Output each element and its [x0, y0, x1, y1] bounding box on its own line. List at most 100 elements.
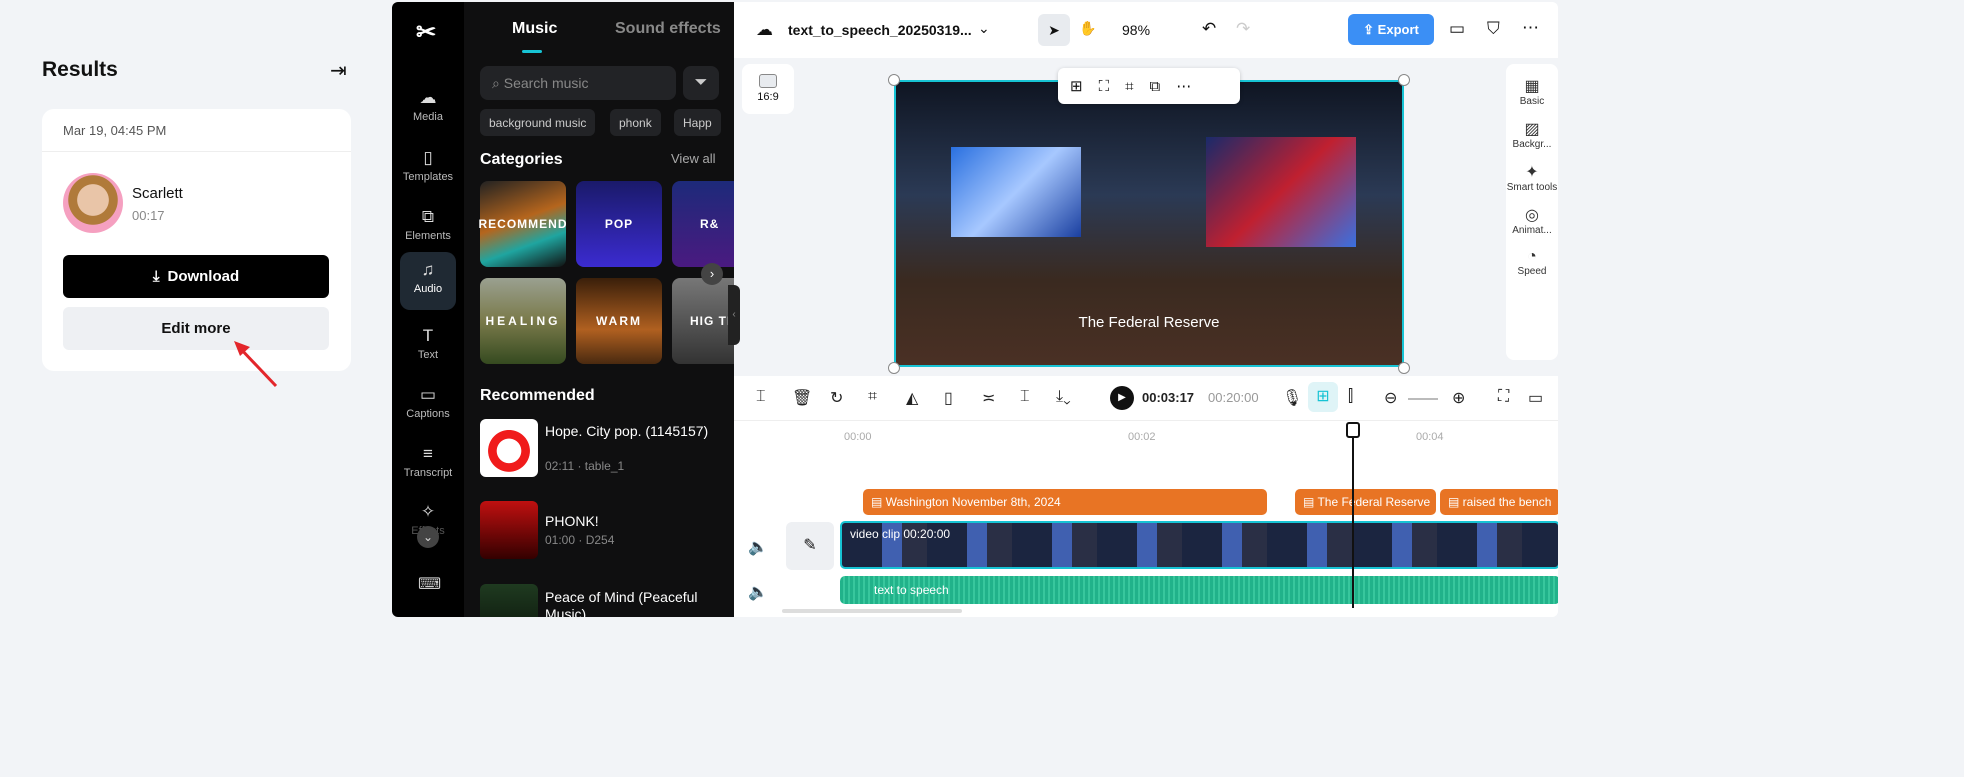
results-title: Results: [42, 58, 118, 81]
category-high-tempo[interactable]: HIG TEM: [672, 278, 734, 364]
chip-happy[interactable]: Happ: [674, 109, 721, 136]
basic-tab[interactable]: ▦ Basic: [1506, 76, 1558, 107]
playhead[interactable]: [1352, 424, 1354, 608]
auto-snap-icon[interactable]: ⊞: [1308, 382, 1338, 412]
split-view-icon[interactable]: ⫿: [1348, 388, 1353, 406]
video-clip[interactable]: video clip 00:20:00: [840, 521, 1558, 569]
export-button[interactable]: ⇪ Export: [1348, 14, 1434, 45]
video-canvas[interactable]: The Federal Reserve: [894, 80, 1404, 367]
undo-icon[interactable]: ↶: [1202, 19, 1216, 39]
category-recommend[interactable]: RECOMMEND: [479, 181, 567, 267]
focus-icon[interactable]: ⛶: [1099, 78, 1110, 95]
chevron-down-icon[interactable]: ⌄: [978, 20, 990, 37]
volume-icon[interactable]: 🔈: [748, 537, 768, 557]
timeline-toolbar: ⌶ 🗑 ↻ ⌗ ◭ ▯ ≍ ⌶ ⤓⌄ ▶ 00:03:17 00:20:00 🎙…: [734, 376, 1558, 420]
clip-label: raised the bench: [1462, 495, 1552, 509]
volume-icon[interactable]: 🔈: [748, 582, 768, 602]
category-pop[interactable]: POP: [576, 181, 662, 267]
crop-icon[interactable]: ⌗: [1125, 78, 1133, 95]
delete-icon[interactable]: 🗑: [792, 388, 812, 408]
zoom-level[interactable]: 98%: [1122, 22, 1150, 38]
download-button[interactable]: ⤓ Download: [63, 255, 329, 298]
fullscreen-icon[interactable]: ⛶: [1498, 388, 1509, 406]
nav-transcript[interactable]: ≡ Transcript: [400, 436, 456, 492]
flip-icon[interactable]: ◭: [906, 388, 918, 408]
edit-cover-icon[interactable]: ✎: [786, 522, 834, 570]
horizontal-scrollbar[interactable]: [782, 609, 962, 613]
resize-handle[interactable]: [888, 74, 900, 86]
nav-label: Elements: [405, 230, 451, 242]
shield-icon[interactable]: ⛉: [1487, 19, 1500, 39]
select-tool-icon[interactable]: ➤: [1038, 14, 1070, 46]
chevron-right-icon[interactable]: ›: [701, 263, 723, 285]
playhead-handle[interactable]: [1346, 422, 1360, 438]
top-bar: ☁ text_to_speech_20250319... ⌄ ➤ ✋ 98% ↶…: [734, 2, 1558, 58]
nav-elements[interactable]: ⧉ Elements: [400, 199, 456, 255]
more-icon[interactable]: ⋯: [1522, 18, 1539, 38]
collapse-panel-icon[interactable]: ⇥: [330, 58, 347, 83]
smart-split-icon[interactable]: ⌶: [1020, 388, 1030, 406]
chip-phonk[interactable]: phonk: [610, 109, 661, 136]
animation-tab[interactable]: ◎ Animat...: [1506, 205, 1558, 236]
category-warm[interactable]: WARM: [576, 278, 662, 364]
category-healing[interactable]: HEALING: [480, 278, 566, 364]
redo-icon[interactable]: ↷: [1236, 19, 1250, 39]
song-item[interactable]: PHONK! 01:00 · D254: [480, 501, 730, 561]
resize-handle[interactable]: [888, 362, 900, 374]
tab-music[interactable]: Music: [512, 20, 557, 38]
add-image-icon[interactable]: ⊞: [1070, 77, 1083, 95]
nav-templates[interactable]: ▯ Templates: [400, 140, 456, 196]
zoom-in-icon[interactable]: ⊕: [1452, 388, 1465, 408]
keyboard-icon[interactable]: ⌨: [418, 574, 441, 594]
nav-captions[interactable]: ▭ Captions: [400, 377, 456, 433]
hand-tool-icon[interactable]: ✋: [1079, 20, 1096, 37]
background-tab[interactable]: ▨ Backgr...: [1506, 119, 1558, 150]
play-button[interactable]: ▶: [1110, 386, 1134, 410]
view-all-link[interactable]: View all: [671, 151, 716, 166]
resize-handle[interactable]: [1398, 74, 1410, 86]
filter-icon[interactable]: ⏷: [683, 66, 719, 100]
tab-label: Basic: [1519, 96, 1545, 107]
crop-icon[interactable]: ⌗: [868, 388, 877, 406]
song-thumbnail: [480, 419, 538, 477]
song-item[interactable]: Peace of Mind (Peaceful Music): [480, 584, 730, 617]
category-rnb[interactable]: R&: [672, 181, 734, 267]
voice-name: Scarlett: [132, 185, 183, 202]
aspect-ratio-button[interactable]: 16:9: [742, 64, 794, 114]
nav-audio[interactable]: ♫ Audio: [400, 252, 456, 310]
song-item[interactable]: Hope. City pop. (1145157) 02:11 · table_1: [480, 419, 730, 479]
zoom-slider[interactable]: [1408, 398, 1438, 400]
replace-icon[interactable]: ⧉: [1150, 78, 1161, 95]
replay-icon[interactable]: ↻: [830, 388, 843, 408]
ruler-tick: 00:02: [1128, 431, 1156, 443]
text-clip[interactable]: ▤ raised the bench: [1440, 489, 1558, 515]
edit-more-button[interactable]: Edit more: [63, 307, 329, 350]
audio-clip[interactable]: text to speech: [840, 576, 1558, 604]
nav-media[interactable]: ☁ Media: [400, 80, 456, 136]
more-icon[interactable]: ⋯: [1176, 77, 1191, 95]
more-nav-chevron-icon[interactable]: ⌄: [417, 526, 439, 548]
chip-background-music[interactable]: background music: [480, 109, 596, 136]
speed-tab[interactable]: ◔ Speed: [1506, 248, 1558, 277]
search-music-input[interactable]: ⌕ Search music: [480, 66, 676, 100]
resize-handle[interactable]: [1398, 362, 1410, 374]
divider: [734, 420, 1558, 421]
current-time: 00:03:17: [1142, 390, 1195, 405]
collapse-panel-handle[interactable]: ‹: [728, 285, 740, 345]
microphone-icon[interactable]: 🎙: [1282, 388, 1302, 408]
project-name[interactable]: text_to_speech_20250319...: [788, 22, 972, 38]
present-icon[interactable]: ▭: [1449, 19, 1465, 39]
studio-screen-right: [1206, 137, 1356, 247]
tab-sound-effects[interactable]: Sound effects: [615, 20, 721, 38]
freeze-icon[interactable]: ▯: [944, 388, 953, 408]
split-icon[interactable]: ⌶: [756, 388, 766, 406]
nav-text[interactable]: T Text: [400, 318, 456, 374]
categories-title: Categories: [480, 151, 563, 168]
comment-icon[interactable]: ▭: [1528, 388, 1543, 408]
zoom-out-icon[interactable]: ⊖: [1384, 388, 1397, 408]
smart-tools-tab[interactable]: ✦ Smart tools: [1506, 162, 1558, 193]
remove-silence-icon[interactable]: ≍: [982, 388, 995, 408]
text-clip[interactable]: ▤ The Federal Reserve: [1295, 489, 1436, 515]
download-dropdown-icon[interactable]: ⤓⌄: [1056, 388, 1071, 406]
text-clip[interactable]: ▤ Washington November 8th, 2024: [863, 489, 1267, 515]
